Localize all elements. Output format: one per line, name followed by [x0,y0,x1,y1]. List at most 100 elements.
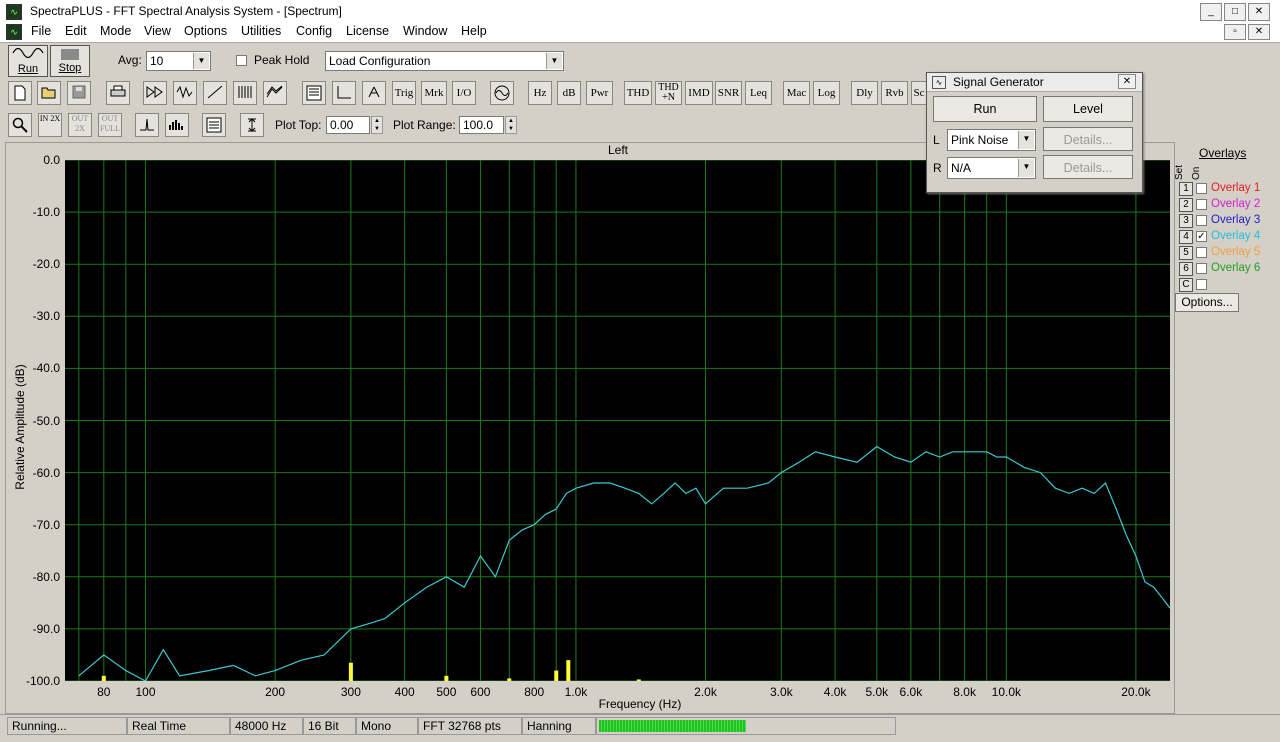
stop-button[interactable]: Stop [50,45,90,77]
generator-level-button[interactable]: Level [1043,96,1133,122]
configuration-select[interactable]: Load Configuration ▼ [325,51,564,71]
imd-button[interactable]: IMD [685,81,713,105]
fast-forward-button[interactable] [143,81,167,105]
phase-button[interactable] [203,81,227,105]
menu-help[interactable]: Help [461,24,487,38]
on-label: On [1191,166,1202,180]
plot-range-spinner[interactable]: ▲ ▼ [505,116,517,134]
log-button[interactable]: Log [813,81,840,105]
leq-button[interactable]: Leq [745,81,772,105]
print-button[interactable] [106,81,130,105]
minimize-icon[interactable]: _ [1200,3,1222,21]
menu-config[interactable]: Config [296,24,332,38]
y-tick-label: -30.0 [32,309,60,324]
save-button[interactable] [67,81,91,105]
thd-n-button[interactable]: THD +N [655,81,682,105]
zoom-out-button[interactable]: OUT 2X [68,113,92,137]
spectrogram-button[interactable] [233,81,257,105]
time-series-button[interactable] [173,81,197,105]
overlay-set-button[interactable]: 2 [1179,198,1193,212]
signal-generator-button[interactable] [490,81,514,105]
fast-forward-icon [146,86,163,98]
close-icon[interactable]: ✕ [1118,74,1136,89]
menu-options[interactable]: Options [184,24,227,38]
generator-run-button[interactable]: Run [933,96,1037,122]
save-icon [72,85,86,99]
close-child-icon[interactable]: ✕ [1248,24,1270,40]
db-button[interactable]: dB [557,81,581,105]
bars-button[interactable] [165,113,189,137]
overlay-set-button[interactable]: 6 [1179,262,1193,276]
zoom-button[interactable] [8,113,32,137]
trig-button[interactable]: Trig [392,81,416,105]
menu-view[interactable]: View [144,24,171,38]
overlay-set-button[interactable]: 5 [1179,246,1193,260]
dly-button[interactable]: Dly [851,81,878,105]
document-icon[interactable]: ∿ [6,24,22,40]
settings-panel-button[interactable] [302,81,326,105]
y-tick-label: -100.0 [25,674,60,688]
menu-utilities[interactable]: Utilities [241,24,281,38]
3d-surface-icon [266,85,283,98]
pwr-button[interactable]: Pwr [586,81,613,105]
hz-button[interactable]: Hz [528,81,552,105]
sc-button[interactable]: Sc [911,81,927,105]
wave-button[interactable] [362,81,386,105]
close-icon[interactable]: ✕ [1248,3,1270,21]
run-button[interactable]: Run [8,45,48,77]
peak-hold-checkbox[interactable] [236,55,247,66]
snr-button[interactable]: SNR [715,81,742,105]
maximize-icon[interactable]: □ [1224,3,1246,21]
overlay-set-button[interactable]: 4 [1179,230,1193,244]
plot-range-input[interactable]: 100.0 [459,116,504,134]
mrk-button[interactable]: Mrk [421,81,447,105]
right-details-button[interactable]: Details... [1043,155,1133,179]
peak-button[interactable] [135,113,159,137]
spectrum-marker-bar [348,662,353,681]
zoom-full-button[interactable]: OUT FULL [98,113,122,137]
plot-range-label: Plot Range: [393,118,456,132]
range-button[interactable] [240,113,264,137]
overlay-checkbox[interactable] [1196,199,1207,210]
overlay-options-button[interactable]: Options... [1175,293,1239,312]
zoom-in-button[interactable]: IN 2X [38,113,62,137]
overlay-checkbox[interactable] [1196,279,1207,290]
menu-window[interactable]: Window [403,24,447,38]
overlay-set-button[interactable]: 1 [1179,182,1193,196]
overlay-checkbox[interactable]: ✓ [1196,231,1207,242]
new-file-button[interactable] [8,81,32,105]
plot-top-input[interactable]: 0.00 [326,116,370,134]
menu-file[interactable]: File [31,24,51,38]
overlay-checkbox[interactable] [1196,247,1207,258]
open-button[interactable] [37,81,61,105]
menu-mode[interactable]: Mode [100,24,131,38]
spectrum-chart [65,159,1171,682]
overlay-checkbox[interactable] [1196,215,1207,226]
menu-license[interactable]: License [346,24,389,38]
table-button[interactable] [202,113,226,137]
thd-button[interactable]: THD [624,81,652,105]
3d-surface-button[interactable] [263,81,287,105]
stop-label: Stop [58,62,82,74]
x-tick-label: 200 [265,685,286,699]
generator-icon: ∿ [932,76,946,89]
rvb-button[interactable]: Rvb [881,81,908,105]
mac-button[interactable]: Mac [783,81,810,105]
restore-child-icon[interactable]: ▫ [1224,24,1246,40]
overlay-set-button[interactable]: 3 [1179,214,1193,228]
right-signal-select[interactable]: N/A ▼ [947,157,1036,179]
scale-button[interactable] [332,81,356,105]
x-tick-label: 3.0k [769,685,793,699]
menu-edit[interactable]: Edit [65,24,87,38]
spectrum-plot[interactable] [65,159,1171,682]
plot-top-spinner[interactable]: ▲ ▼ [371,116,383,134]
left-details-button[interactable]: Details... [1043,127,1133,151]
overlay-label: Overlay 5 [1211,246,1261,258]
left-signal-select[interactable]: Pink Noise ▼ [947,129,1036,151]
left-channel-label: L [933,133,940,147]
overlay-checkbox[interactable] [1196,263,1207,274]
overlay-set-button[interactable]: C [1179,278,1193,292]
avg-select[interactable]: 10 ▼ [146,51,211,71]
overlay-checkbox[interactable] [1196,183,1207,194]
io-button[interactable]: I/O [452,81,476,105]
